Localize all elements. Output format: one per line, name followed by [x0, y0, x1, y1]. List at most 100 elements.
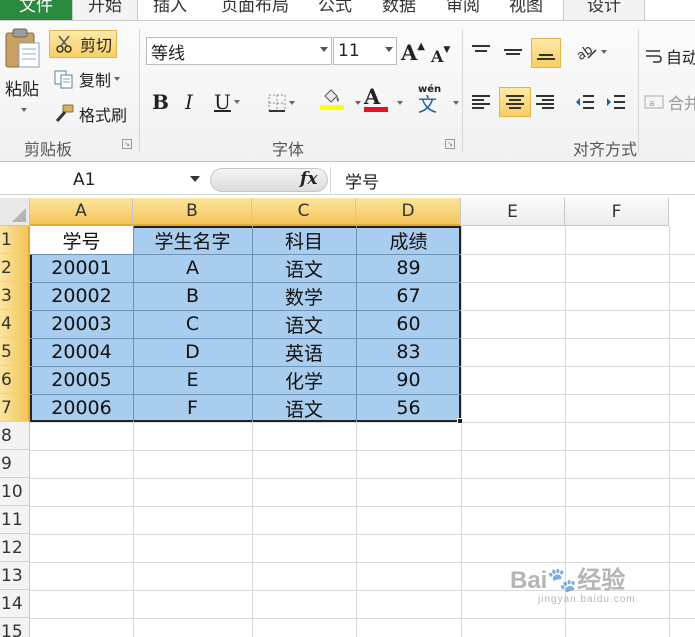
italic-button[interactable]: I	[185, 89, 203, 115]
merge-center-button[interactable]: a 合并	[644, 89, 695, 115]
row-header-12[interactable]: 12	[0, 534, 30, 562]
row-header-9[interactable]: 9	[0, 450, 30, 478]
table-cell[interactable]: 67	[356, 282, 461, 310]
paste-dropdown-icon[interactable]	[20, 108, 27, 112]
wrap-text-button[interactable]: 自动	[644, 43, 695, 69]
row-header-1[interactable]: 1	[0, 226, 30, 254]
column-header-f[interactable]: F	[565, 198, 669, 226]
align-left-button[interactable]	[470, 89, 498, 115]
column-header-e[interactable]: E	[461, 198, 565, 226]
phonetic-guide-button[interactable]: wén 文	[418, 85, 458, 117]
font-color-dropdown-icon[interactable]	[397, 101, 403, 105]
fill-color-dropdown-icon[interactable]	[355, 101, 361, 105]
scissors-icon	[54, 34, 74, 54]
row-header-14[interactable]: 14	[0, 590, 30, 618]
font-size-select[interactable]: 11	[333, 37, 397, 65]
increase-indent-button[interactable]	[605, 89, 633, 115]
table-cell[interactable]: 20004	[30, 338, 133, 366]
row-header-7[interactable]: 7	[0, 394, 30, 422]
chevron-down-icon[interactable]	[190, 176, 200, 182]
phonetic-dropdown-icon[interactable]	[453, 101, 459, 105]
align-bottom-button[interactable]	[531, 38, 561, 68]
copy-dropdown-icon[interactable]	[114, 77, 121, 81]
table-cell[interactable]: 20003	[30, 310, 133, 338]
table-cell[interactable]: F	[133, 394, 252, 422]
paste-button[interactable]: 粘贴	[0, 27, 44, 119]
cut-button[interactable]: 剪切	[49, 30, 117, 58]
bold-button[interactable]: B	[152, 89, 174, 115]
column-header-c[interactable]: C	[252, 198, 356, 226]
formula-input[interactable]: 学号	[330, 167, 695, 193]
column-header-d[interactable]: D	[356, 198, 461, 226]
table-cell[interactable]: E	[133, 366, 252, 394]
table-cell[interactable]: 83	[356, 338, 461, 366]
name-box[interactable]: A1	[0, 167, 206, 193]
decrease-indent-button[interactable]	[574, 89, 602, 115]
column-header-b[interactable]: B	[133, 198, 252, 226]
table-cell[interactable]: D	[133, 338, 252, 366]
fill-color-button[interactable]	[320, 87, 358, 117]
table-cell[interactable]: 英语	[252, 338, 356, 366]
table-cell[interactable]: 化学	[252, 366, 356, 394]
align-right-button[interactable]	[534, 89, 562, 115]
insert-function-icon[interactable]: fx	[300, 169, 317, 189]
underline-button[interactable]: U	[214, 89, 250, 115]
table-cell[interactable]: 20006	[30, 394, 133, 422]
font-launcher-icon[interactable]: ↘	[445, 139, 455, 149]
tab-insert[interactable]: 插入	[150, 0, 190, 20]
row-header-15[interactable]: 15	[0, 618, 30, 637]
table-cell[interactable]: B	[133, 282, 252, 310]
row-header-2[interactable]: 2	[0, 254, 30, 282]
tab-review[interactable]: 审阅	[443, 0, 483, 20]
header-cell[interactable]: 成绩	[356, 226, 461, 254]
borders-button[interactable]	[268, 91, 302, 115]
table-cell[interactable]: 90	[356, 366, 461, 394]
row-header-6[interactable]: 6	[0, 366, 30, 394]
header-cell[interactable]: 科目	[252, 226, 356, 254]
tab-view[interactable]: 视图	[506, 0, 546, 20]
row-header-11[interactable]: 11	[0, 506, 30, 534]
row-header-4[interactable]: 4	[0, 310, 30, 338]
table-cell[interactable]: A	[133, 254, 252, 282]
tab-file[interactable]: 文件	[0, 0, 72, 20]
tab-formulas[interactable]: 公式	[315, 0, 355, 20]
tab-design[interactable]: 设计	[563, 0, 645, 20]
select-all-button[interactable]	[0, 198, 30, 226]
font-color-button[interactable]: A	[364, 86, 398, 117]
row-header-13[interactable]: 13	[0, 562, 30, 590]
formula-input-value: 学号	[345, 172, 379, 193]
header-cell[interactable]: 学生名字	[133, 226, 252, 254]
table-cell[interactable]: 20005	[30, 366, 133, 394]
table-cell[interactable]: 语文	[252, 394, 356, 422]
column-header-a[interactable]: A	[30, 198, 133, 226]
merge-center-label: 合并	[668, 94, 695, 113]
table-cell[interactable]: 56	[356, 394, 461, 422]
row-header-5[interactable]: 5	[0, 338, 30, 366]
table-cell[interactable]: 20001	[30, 254, 133, 282]
align-bottom-icon	[535, 44, 557, 62]
align-center-button[interactable]	[499, 87, 531, 117]
tab-data[interactable]: 数据	[379, 0, 419, 20]
tab-home[interactable]: 开始	[72, 0, 138, 20]
tab-page-layout[interactable]: 页面布局	[215, 0, 295, 20]
grow-font-button[interactable]: A ▲	[401, 39, 427, 65]
row-header-8[interactable]: 8	[0, 422, 30, 450]
row-header-3[interactable]: 3	[0, 282, 30, 310]
row-header-10[interactable]: 10	[0, 478, 30, 506]
table-cell[interactable]: 60	[356, 310, 461, 338]
table-cell[interactable]: 89	[356, 254, 461, 282]
shrink-font-button[interactable]: A ▼	[431, 43, 457, 69]
table-cell[interactable]: 语文	[252, 254, 356, 282]
header-cell[interactable]: 学号	[30, 226, 133, 254]
table-cell[interactable]: C	[133, 310, 252, 338]
format-painter-button[interactable]: 格式刷	[53, 100, 135, 128]
copy-button[interactable]: 复制	[53, 65, 133, 93]
font-name-select[interactable]: 等线	[146, 37, 332, 65]
clipboard-launcher-icon[interactable]: ↘	[122, 139, 132, 149]
table-cell[interactable]: 数学	[252, 282, 356, 310]
table-cell[interactable]: 20002	[30, 282, 133, 310]
align-middle-button[interactable]	[502, 39, 530, 65]
table-cell[interactable]: 语文	[252, 310, 356, 338]
orientation-button[interactable]: ab	[574, 39, 612, 65]
align-top-button[interactable]	[470, 39, 498, 65]
